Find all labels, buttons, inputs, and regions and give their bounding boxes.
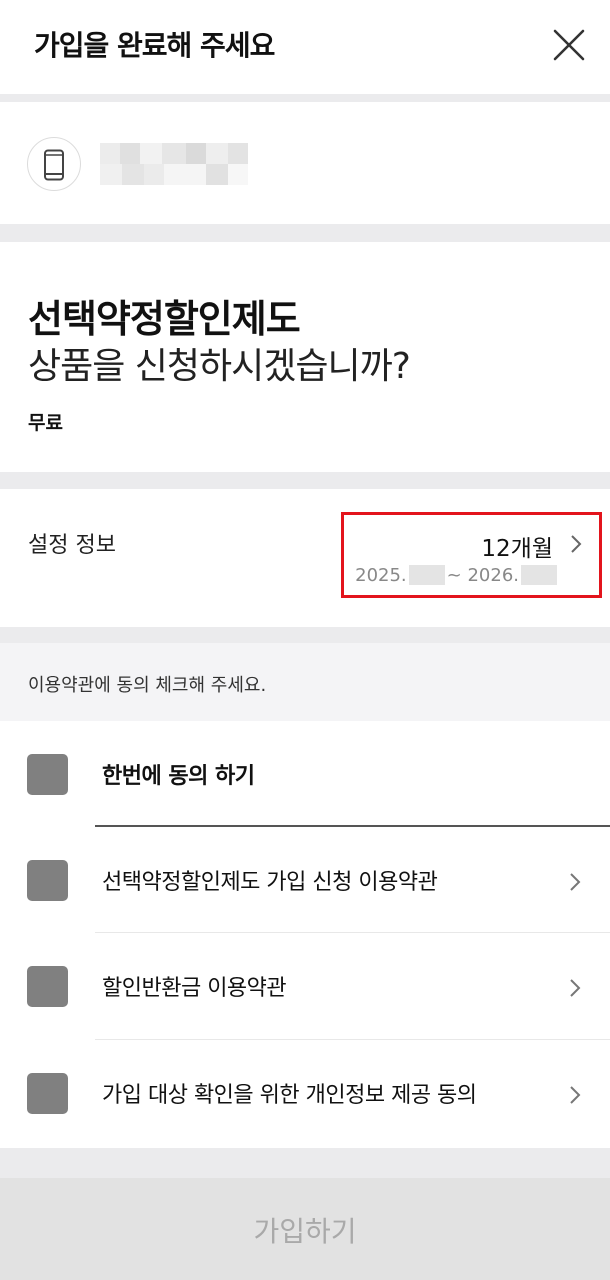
term-label: 할인반환금 이용약관 <box>102 976 287 1001</box>
close-icon <box>553 29 585 61</box>
chevron-right-icon[interactable] <box>568 871 582 893</box>
chevron-right-icon <box>571 535 582 553</box>
terms-list: 한번에 동의 하기 선택약정할인제도 가입 신청 이용약관 할인반환금 이용약관… <box>0 721 610 1148</box>
chevron-right-icon[interactable] <box>568 1084 582 1106</box>
date-end: ~ 2026. <box>446 565 519 586</box>
masked-date-end <box>521 565 557 585</box>
contract-period-selector[interactable]: 12개월 2025. ~ 2026. <box>341 512 602 598</box>
header: 가입을 완료해 주세요 <box>0 0 610 94</box>
term-checkbox[interactable] <box>27 1073 68 1114</box>
term-row[interactable]: 할인반환금 이용약관 <box>0 933 610 1039</box>
device-avatar <box>27 137 81 191</box>
term-label: 가입 대상 확인을 위한 개인정보 제공 동의 <box>102 1083 477 1108</box>
agree-all-row[interactable]: 한번에 동의 하기 <box>0 721 610 827</box>
term-row[interactable]: 선택약정할인제도 가입 신청 이용약관 <box>0 827 610 933</box>
product-question: 상품을 신청하시겠습니까? <box>28 346 411 387</box>
term-checkbox[interactable] <box>27 966 68 1007</box>
date-start: 2025. <box>355 565 407 586</box>
term-row[interactable]: 가입 대상 확인을 위한 개인정보 제공 동의 <box>0 1040 610 1146</box>
masked-phone-number <box>100 143 248 185</box>
date-range: 2025. ~ 2026. <box>355 565 559 586</box>
settings-label: 설정 정보 <box>28 533 116 558</box>
product-card: 선택약정할인제도 상품을 신청하시겠습니까? 무료 <box>0 242 610 472</box>
settings-card: 설정 정보 12개월 2025. ~ 2026. <box>0 489 610 627</box>
product-name: 선택약정할인제도 <box>28 297 301 341</box>
term-checkbox[interactable] <box>27 860 68 901</box>
footer-gap <box>0 1148 610 1178</box>
term-label: 선택약정할인제도 가입 신청 이용약관 <box>102 870 438 895</box>
device-card <box>0 102 610 224</box>
masked-date-start <box>408 565 445 585</box>
terms-instruction: 이용약관에 동의 체크해 주세요. <box>28 675 267 696</box>
submit-button[interactable]: 가입하기 <box>0 1178 610 1280</box>
agree-all-checkbox[interactable] <box>27 754 68 795</box>
agree-all-label: 한번에 동의 하기 <box>102 764 255 789</box>
submit-label: 가입하기 <box>253 1216 357 1247</box>
close-button[interactable] <box>549 25 589 65</box>
terms-header: 이용약관에 동의 체크해 주세요. <box>0 643 610 721</box>
chevron-right-icon[interactable] <box>568 977 582 999</box>
page-title: 가입을 완료해 주세요 <box>34 29 275 62</box>
smartphone-icon <box>44 149 64 181</box>
contract-period: 12개월 <box>481 536 553 562</box>
price-label: 무료 <box>28 412 63 434</box>
